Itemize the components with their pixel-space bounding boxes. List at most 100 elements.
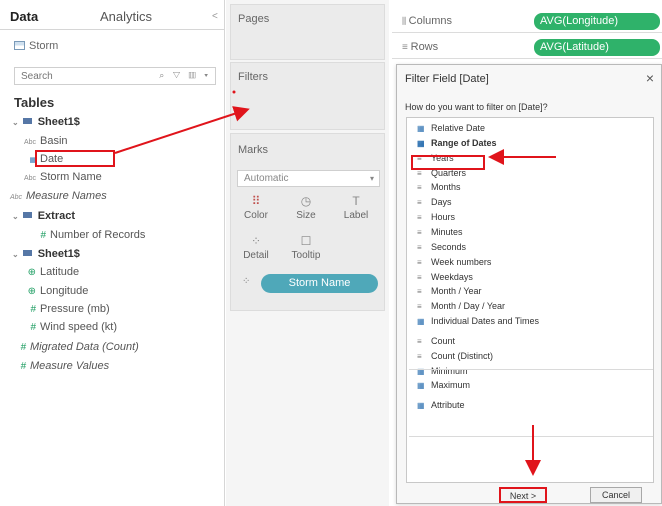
search-tools-icons[interactable]: ⌕ ▽ ▥ ▾ [159, 70, 211, 81]
date-field-highlight [35, 150, 115, 167]
number-icon: ≡ [417, 272, 422, 282]
field-number-of-records[interactable]: # Number of Records [24, 229, 145, 247]
cancel-button[interactable]: Cancel [590, 487, 642, 503]
close-icon[interactable]: × [646, 70, 654, 86]
table-name: Sheet1$ [37, 116, 80, 128]
filter-option-attribute[interactable]: ▦ Attribute [417, 400, 465, 412]
datasource-icon [14, 41, 25, 50]
filter-option-range-of-dates[interactable]: ▦ Range of Dates [417, 138, 497, 150]
field-latitude[interactable]: ⊕ Latitude [14, 266, 80, 284]
color-button[interactable]: ⠿ Color [233, 192, 279, 230]
rows-label: ≡ Rows [402, 41, 438, 53]
avg-longitude-pill[interactable]: AVG(Longitude) [534, 13, 660, 30]
field-measure-names[interactable]: Abc Measure Names [0, 190, 107, 208]
detail-icon: ⁘ [250, 234, 262, 248]
size-label: Size [296, 210, 316, 221]
filter-option-minimum[interactable]: ▦ Minimum [417, 366, 468, 378]
size-button[interactable]: ◷ Size [283, 192, 329, 230]
field-measure-values[interactable]: # Measure Values [4, 360, 109, 378]
tab-data[interactable]: Data [10, 9, 38, 24]
mark-type-select[interactable]: Automatic ▾ [237, 170, 380, 187]
filter-option-maximum[interactable]: ▦ Maximum [417, 380, 470, 392]
string-type-icon: Abc [23, 175, 36, 182]
filter-field-dialog: Filter Field [Date] × How do you want to… [396, 64, 662, 504]
columns-icon: ⫼ [402, 16, 409, 26]
calendar-icon: ▦ [29, 157, 36, 164]
table-group-extract[interactable]: ⌄ Extract [12, 210, 75, 222]
globe-icon: ⊕ [27, 286, 36, 297]
detail-icon: ⁘ [242, 276, 251, 287]
filter-option-minutes[interactable]: ≡ Minutes [417, 227, 463, 239]
rows-shelf[interactable]: ≡ Rows AVG(Latitude) [392, 36, 662, 59]
number-icon: ≡ [417, 336, 422, 346]
label-button[interactable]: T Label [333, 192, 379, 230]
detail-button[interactable]: ⁘ Detail [233, 232, 279, 270]
number-icon: ≡ [417, 198, 422, 208]
measure-type-icon: # [20, 361, 26, 372]
number-icon: ≡ [417, 183, 422, 193]
storm-name-pill[interactable]: Storm Name [261, 274, 378, 293]
table-icon [22, 212, 32, 218]
filter-option-label: Maximum [431, 380, 471, 391]
tab-analytics[interactable]: Analytics [100, 9, 152, 24]
measure-type-icon: # [30, 304, 36, 315]
expand-caret-icon: ⌄ [12, 118, 19, 127]
expand-caret-icon: ⌄ [12, 250, 19, 259]
list-divider [409, 436, 653, 437]
datasource-item[interactable]: Storm [14, 40, 58, 52]
number-icon: ≡ [417, 213, 422, 223]
field-pressure[interactable]: # Pressure (mb) [14, 303, 109, 321]
string-type-icon: Abc [9, 194, 22, 201]
field-longitude[interactable]: ⊕ Longitude [14, 285, 89, 303]
pages-title: Pages [238, 13, 270, 25]
table-name: Extract [37, 210, 75, 222]
field-label: Longitude [40, 285, 89, 297]
table-group-sheet1[interactable]: ⌄ Sheet1$ [12, 248, 80, 260]
filter-option-hours[interactable]: ≡ Hours [417, 212, 455, 224]
calendar-icon: ▦ [417, 366, 425, 376]
chevron-down-icon: ▾ [369, 174, 374, 183]
number-icon: ≡ [417, 287, 422, 297]
next-button[interactable]: Next > [499, 487, 547, 503]
columns-shelf[interactable]: ⫼ Columns AVG(Longitude) [392, 10, 662, 33]
field-label: Storm Name [40, 171, 102, 183]
field-migrated-data[interactable]: # Migrated Data (Count) [4, 341, 139, 359]
filter-option-months[interactable]: ≡ Months [417, 182, 461, 194]
table-icon [22, 118, 32, 124]
filter-option-seconds[interactable]: ≡ Seconds [417, 242, 466, 254]
filter-option-days[interactable]: ≡ Days [417, 197, 452, 209]
filter-option-relative-date[interactable]: ▦ Relative Date [417, 123, 485, 135]
tooltip-button[interactable]: ☐ Tooltip [283, 232, 329, 270]
collapse-pane-button[interactable]: < [212, 11, 218, 22]
filter-option-individual-dates-and-times[interactable]: ▦ Individual Dates and Times [417, 316, 539, 328]
label-icon: T [352, 194, 360, 208]
filter-option-count-distinct[interactable]: ≡ Count (Distinct) [417, 351, 493, 363]
calendar-icon: ▦ [417, 381, 425, 391]
number-icon: ≡ [417, 351, 422, 361]
string-type-icon: Abc [23, 139, 36, 146]
field-wind-speed[interactable]: # Wind speed (kt) [14, 321, 117, 339]
filter-option-label: Week numbers [431, 256, 492, 267]
table-icon [22, 250, 32, 256]
filter-option-label: Days [431, 197, 452, 208]
filter-option-count[interactable]: ≡ Count [417, 336, 455, 348]
filter-option-label: Hours [431, 212, 456, 223]
field-label: Migrated Data (Count) [30, 341, 139, 353]
avg-latitude-pill[interactable]: AVG(Latitude) [534, 39, 660, 56]
filters-card[interactable]: Filters [230, 62, 385, 130]
filter-option-week-numbers[interactable]: ≡ Week numbers [417, 257, 491, 269]
field-storm-name[interactable]: Abc Storm Name [14, 171, 102, 189]
dialog-question: How do you want to filter on [Date]? [405, 102, 548, 112]
search-input[interactable] [15, 68, 135, 84]
filter-option-weekdays[interactable]: ≡ Weekdays [417, 272, 473, 284]
table-group-sheet1[interactable]: ⌄ Sheet1$ [12, 116, 80, 128]
filter-option-label: Minimum [431, 365, 468, 376]
field-search[interactable]: ⌕ ▽ ▥ ▾ [14, 67, 216, 85]
filter-option-month-year[interactable]: ≡ Month / Year [417, 286, 482, 298]
calendar-icon: ▦ [417, 138, 425, 148]
pages-card[interactable]: Pages [230, 4, 385, 60]
filter-option-month-day-year[interactable]: ≡ Month / Day / Year [417, 301, 505, 313]
calendar-icon: ▦ [417, 401, 425, 411]
detail-label: Detail [243, 250, 269, 261]
filter-option-label: Relative Date [431, 123, 486, 133]
